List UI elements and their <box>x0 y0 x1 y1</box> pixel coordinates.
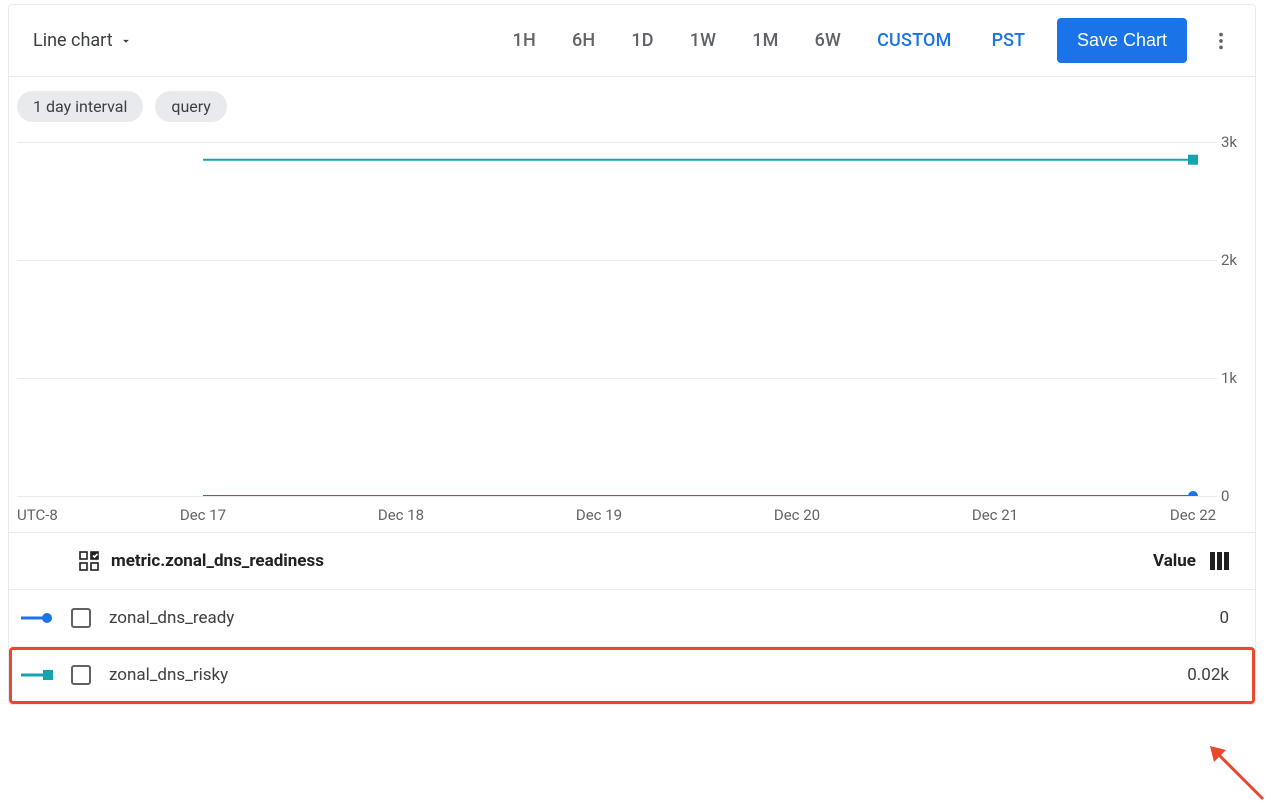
time-range-group: 1H 6H 1D 1W 1M 6W CUSTOM PST Save Chart <box>495 18 1241 63</box>
gridline <box>17 496 1217 497</box>
timezone-selector[interactable]: PST <box>970 22 1047 59</box>
legend-rows: zonal_dns_ready 0 zonal_dns_risky 0.02k <box>9 590 1255 704</box>
save-chart-button[interactable]: Save Chart <box>1057 18 1187 63</box>
value-column-header: Value <box>1153 551 1196 571</box>
chart-plot: 01k2k3k <box>17 142 1217 496</box>
legend-header: metric.zonal_dns_readiness Value <box>9 532 1255 590</box>
series-end-marker <box>1188 155 1198 165</box>
range-custom[interactable]: CUSTOM <box>859 22 970 59</box>
x-tick-label: Dec 22 <box>1170 506 1216 524</box>
caret-down-icon <box>119 34 133 48</box>
legend-row[interactable]: zonal_dns_risky 0.02k <box>9 647 1255 704</box>
legend-group-title: metric.zonal_dns_readiness <box>111 551 324 571</box>
y-tick-label: 0 <box>1221 487 1251 505</box>
more-options-button[interactable] <box>1201 21 1241 61</box>
chart-toolbar: Line chart 1H 6H 1D 1W 1M 6W CUSTOM PST … <box>9 5 1255 77</box>
chip-interval[interactable]: 1 day interval <box>17 91 143 122</box>
range-1m[interactable]: 1M <box>734 22 796 59</box>
series-marker-icon <box>21 667 53 683</box>
breakdown-icon <box>79 551 99 571</box>
range-6h[interactable]: 6H <box>554 22 613 59</box>
range-1w[interactable]: 1W <box>672 22 734 59</box>
series-checkbox[interactable] <box>71 665 91 685</box>
x-tick-label: Dec 19 <box>576 506 622 524</box>
range-6w[interactable]: 6W <box>797 22 859 59</box>
y-tick-label: 1k <box>1221 369 1251 387</box>
series-value: 0.02k <box>1187 665 1229 685</box>
x-tick-label: Dec 18 <box>378 506 424 524</box>
columns-icon[interactable] <box>1210 552 1229 570</box>
metrics-panel: Line chart 1H 6H 1D 1W 1M 6W CUSTOM PST … <box>8 4 1256 705</box>
series-name-label: zonal_dns_risky <box>109 665 228 685</box>
series-name-label: zonal_dns_ready <box>109 608 234 628</box>
chart-type-selector[interactable]: Line chart <box>29 24 137 57</box>
chart-svg <box>17 142 1217 496</box>
x-axis-origin: UTC-8 <box>17 506 58 524</box>
series-checkbox[interactable] <box>71 608 91 628</box>
y-tick-label: 3k <box>1221 133 1251 151</box>
x-tick-label: Dec 17 <box>180 506 226 524</box>
x-tick-label: Dec 21 <box>972 506 1018 524</box>
chip-query[interactable]: query <box>155 91 227 122</box>
range-1h[interactable]: 1H <box>495 22 554 59</box>
annotation-arrow-icon <box>1208 744 1268 804</box>
y-tick-label: 2k <box>1221 251 1251 269</box>
chart-type-label: Line chart <box>33 30 113 51</box>
chart-area[interactable]: 01k2k3k UTC-8 Dec 17Dec 18Dec 19Dec 20De… <box>9 132 1255 532</box>
x-axis: UTC-8 Dec 17 Dec 18 Dec 19 Dec 20 Dec 21 Dec … <box>17 506 1217 532</box>
series-value: 0 <box>1219 608 1229 628</box>
range-1d[interactable]: 1D <box>613 22 671 59</box>
more-vert-icon <box>1210 30 1232 52</box>
filter-chips: 1 day interval query <box>9 77 1255 122</box>
series-marker-icon <box>21 610 53 626</box>
x-tick-label: Dec 20 <box>774 506 820 524</box>
series-end-marker <box>1188 491 1198 496</box>
legend-row[interactable]: zonal_dns_ready 0 <box>9 590 1255 647</box>
